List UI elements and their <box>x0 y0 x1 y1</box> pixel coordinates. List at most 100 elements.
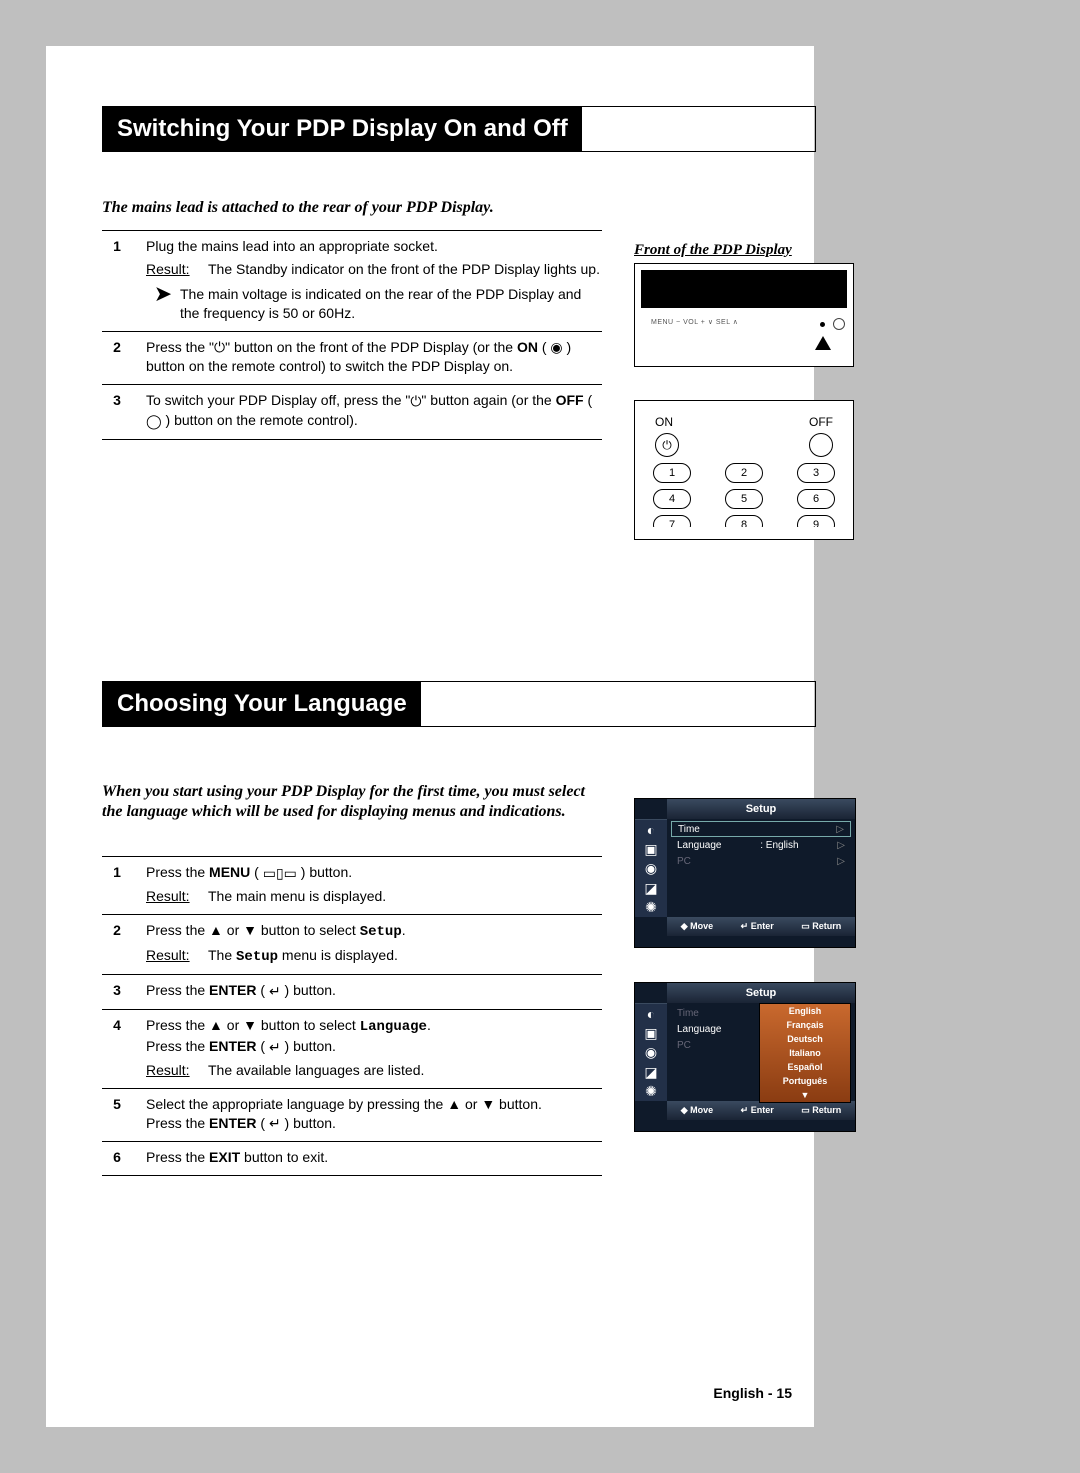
step-number: 1 <box>102 237 132 323</box>
step-text: Press the ENTER ( ↵ ) button. <box>132 981 602 1001</box>
section-heading-power: Switching Your PDP Display On and Off <box>102 106 816 152</box>
section-heading-language: Choosing Your Language <box>102 681 816 727</box>
step-text: Press the ▲ or ▼ button to select Langua… <box>146 1016 602 1057</box>
remote-key-5: 5 <box>725 489 763 509</box>
display-illustration: MENU − VOL + ∨ SEL ∧ <box>634 263 854 367</box>
note-text: The main voltage is indicated on the rea… <box>180 285 602 323</box>
step-number: 2 <box>102 338 132 377</box>
osd-input-icon: ◐ <box>647 823 655 837</box>
on-button-icon: ◉ <box>550 338 562 357</box>
result-text: The Setup menu is displayed. <box>208 946 602 967</box>
intro-language: When you start using your PDP Display fo… <box>102 782 588 822</box>
up-arrow-icon: ▲ <box>447 1096 461 1112</box>
osd-language-list: Setup ◐ ▣ ◉ ◪ ✺ Time Language: PC Englis… <box>634 982 856 1132</box>
page-number: English - 15 <box>713 1385 792 1401</box>
remote-key-3: 3 <box>797 463 835 483</box>
up-arrow-icon: ▲ <box>209 922 223 938</box>
step-number: 1 <box>102 863 132 906</box>
result-text: The Standby indicator on the front of th… <box>208 260 602 279</box>
page: Switching Your PDP Display On and Off Th… <box>46 46 1034 1427</box>
language-mono: Language <box>360 1019 427 1035</box>
step: 1 Press the MENU ( ▭▯▭ ) button. Result:… <box>102 856 602 914</box>
step-text: Press the ▲ or ▼ button to select Setup. <box>146 921 602 942</box>
step: 3 Press the ENTER ( ↵ ) button. <box>102 974 602 1009</box>
step-text: Press the EXIT button to exit. <box>132 1148 602 1167</box>
section-title: Choosing Your Language <box>103 682 421 726</box>
remote-key-4: 4 <box>653 489 691 509</box>
result-text: The available languages are listed. <box>208 1061 602 1080</box>
remote-off-label: OFF <box>809 415 833 429</box>
step: 3 To switch your PDP Display off, press … <box>102 384 602 439</box>
setup-mono: Setup <box>360 924 402 940</box>
step: 6 Press the EXIT button to exit. <box>102 1141 602 1176</box>
steps-power: 1 Plug the mains lead into an appropriat… <box>102 230 602 440</box>
lang-more-icon: ▼ <box>760 1088 850 1102</box>
figure-remote: ON OFF ⏻ 1 2 3 4 5 6 7 8 9 <box>634 400 856 540</box>
intro-power: The mains lead is attached to the rear o… <box>102 198 588 218</box>
section-title: Switching Your PDP Display On and Off <box>103 107 582 151</box>
figure-front-display: Front of the PDP Display MENU − VOL + ∨ … <box>634 242 856 367</box>
standby-led <box>820 322 825 327</box>
menu-button-icon: ▭▯▭ <box>263 864 297 883</box>
enter-icon: ↵ <box>741 921 749 931</box>
step-number: 5 <box>102 1095 132 1134</box>
remote-on-label: ON <box>655 415 673 429</box>
osd-channel-icon: ◪ <box>644 1065 657 1079</box>
figure-caption: Front of the PDP Display <box>634 242 856 259</box>
remote-key-1: 1 <box>653 463 691 483</box>
osd-title: Setup <box>667 983 855 1003</box>
osd-channel-icon: ◪ <box>644 881 657 895</box>
remote-key-9: 9 <box>797 515 835 527</box>
remote-key-6: 6 <box>797 489 835 509</box>
result-label: Result: <box>146 260 208 279</box>
lang-option: Français <box>760 1018 850 1032</box>
down-arrow-icon: ▼ <box>481 1096 495 1112</box>
enter-button-icon: ↵ <box>269 1038 281 1057</box>
move-icon: ◆ <box>681 1105 688 1115</box>
step-text: Select the appropriate language by press… <box>132 1095 602 1134</box>
osd-sound-icon: ◉ <box>645 1045 657 1059</box>
step-text: Press the MENU ( ▭▯▭ ) button. <box>146 863 602 883</box>
osd-footer: ◆ Move ↵ Enter ▭ Return <box>667 917 855 936</box>
lang-option: Deutsch <box>760 1032 850 1046</box>
up-arrow-icon: ▲ <box>209 1017 223 1033</box>
osd-picture-icon: ▣ <box>644 1026 657 1040</box>
steps-language: 1 Press the MENU ( ▭▯▭ ) button. Result:… <box>102 856 602 1176</box>
step: 4 Press the ▲ or ▼ button to select Lang… <box>102 1009 602 1088</box>
step: 5 Select the appropriate language by pre… <box>102 1088 602 1142</box>
result-label: Result: <box>146 1061 208 1080</box>
osd-footer: ◆ Move ↵ Enter ▭ Return <box>667 1101 855 1120</box>
osd-setup-menu: Setup ◐ ▣ ◉ ◪ ✺ Time▷ Language : English… <box>634 798 856 948</box>
osd-picture-icon: ▣ <box>644 842 657 856</box>
step-number: 3 <box>102 981 132 1001</box>
osd-sound-icon: ◉ <box>645 861 657 875</box>
result-label: Result: <box>146 887 208 906</box>
down-arrow-icon: ▼ <box>243 922 257 938</box>
move-icon: ◆ <box>681 921 688 931</box>
remote-key-7: 7 <box>653 515 691 527</box>
return-icon: ▭ <box>801 1105 810 1115</box>
osd-icon-column: ◐ ▣ ◉ ◪ ✺ <box>635 1003 667 1101</box>
osd-setup-icon: ✺ <box>645 1084 657 1098</box>
enter-button-icon: ↵ <box>269 1114 281 1133</box>
remote-key-8: 8 <box>725 515 763 527</box>
lang-option: Português <box>760 1074 850 1088</box>
osd-icon-column: ◐ ▣ ◉ ◪ ✺ <box>635 819 667 917</box>
step: 2 Press the "⏻" button on the front of t… <box>102 331 602 385</box>
display-button-labels: MENU − VOL + ∨ SEL ∧ <box>651 318 738 326</box>
step-number: 4 <box>102 1016 132 1080</box>
pointer-arrow-icon <box>815 336 831 350</box>
lang-option: Italiano <box>760 1046 850 1060</box>
lang-option: Español <box>760 1060 850 1074</box>
osd-setup-icon: ✺ <box>645 900 657 914</box>
remote-illustration: ON OFF ⏻ 1 2 3 4 5 6 7 8 9 <box>634 400 854 540</box>
power-button-icon <box>833 318 845 330</box>
note-arrow-icon: ➤ <box>146 285 180 301</box>
osd-language-dropdown: English Français Deutsch Italiano Españo… <box>759 1003 851 1103</box>
step-text: Press the "⏻" button on the front of the… <box>132 338 602 377</box>
osd-item-pc: PC▷ <box>671 853 851 869</box>
osd-input-icon: ◐ <box>647 1007 655 1021</box>
remote-key-2: 2 <box>725 463 763 483</box>
step-number: 6 <box>102 1148 132 1167</box>
result-text: The main menu is displayed. <box>208 887 602 906</box>
